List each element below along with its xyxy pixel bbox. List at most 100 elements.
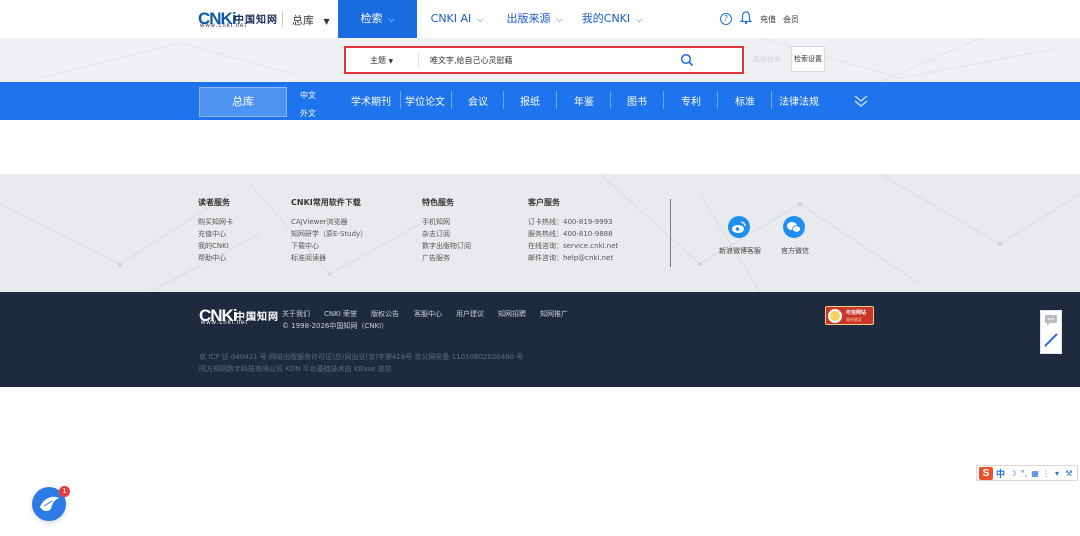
category-patent[interactable]: 专利 xyxy=(681,93,701,108)
footer-link[interactable]: 知网研学（原E-Study） xyxy=(291,229,367,239)
trust-badge-subtitle: 身份验证 xyxy=(846,317,862,322)
search-band: 主题 ▼ 唯文字,给自己心灵慰藉 高级检索 检索设置 xyxy=(0,38,1080,82)
shirt-icon[interactable]: ▾ xyxy=(1053,469,1061,478)
divider xyxy=(610,91,611,109)
footer-link[interactable]: 广告服务 xyxy=(422,253,450,263)
feedback-icon[interactable] xyxy=(1043,313,1059,327)
footer-link-copyright[interactable]: 版权公告 xyxy=(371,309,399,319)
footer-link[interactable]: 帮助中心 xyxy=(198,253,226,263)
recharge-link[interactable]: 充值 xyxy=(760,14,776,25)
footer-link-jobs[interactable]: 知网招聘 xyxy=(498,309,526,319)
footer-link[interactable]: CAJViewer浏览器 xyxy=(291,217,348,227)
lang-chinese[interactable]: 中文 xyxy=(300,90,316,101)
category-thesis[interactable]: 学位论文 xyxy=(405,93,445,108)
pen-icon[interactable] xyxy=(1043,332,1059,348)
legal-text: 京 ICP 证 040431 号 网络出版服务许可证(总)网出证(京)字第416… xyxy=(199,353,524,361)
divider xyxy=(503,91,504,109)
chevron-down-icon: ⌵ xyxy=(477,15,484,24)
wechat-glyph xyxy=(787,222,801,233)
footer-contact[interactable]: 在线咨询：service.cnki.net xyxy=(528,241,618,251)
footer-link[interactable]: 杂志订阅 xyxy=(422,229,450,239)
footer-col-title: CNKI常用软件下载 xyxy=(291,198,361,207)
nav-search[interactable]: 检索 ⌵ xyxy=(338,0,417,38)
bell-icon[interactable] xyxy=(740,11,752,25)
search-input[interactable]: 唯文字,给自己心灵慰藉 xyxy=(430,55,670,66)
library-selector[interactable]: 总库 ▼ xyxy=(292,12,330,28)
divider xyxy=(282,11,283,27)
nav-cnki-ai-label: CNKI AI xyxy=(430,12,472,25)
footer-contact[interactable]: 邮件咨询：help@cnki.net xyxy=(528,253,613,263)
top-navigation: CNKi 中国知网 www.cnki.net 总库 ▼ 检索 ⌵ CNKI AI ⌵… xyxy=(0,0,1080,38)
footer-contact: 订卡热线：400-819-9993 xyxy=(528,218,613,226)
nav-my-cnki-label: 我的CNKI xyxy=(581,12,631,25)
category-conference[interactable]: 会议 xyxy=(468,93,488,108)
footer-link-honor[interactable]: CNKI 荣誉 xyxy=(324,309,357,319)
footer-link[interactable]: 充值中心 xyxy=(198,229,226,239)
category-book[interactable]: 图书 xyxy=(627,93,647,108)
lang-foreign[interactable]: 外文 xyxy=(300,108,316,119)
trusted-site-badge[interactable]: 可信网站 身份验证 xyxy=(825,306,874,325)
caret-down-icon: ▼ xyxy=(388,58,394,65)
logo-url: www.cnki.net xyxy=(200,23,248,29)
chevron-down-icon: ⌵ xyxy=(636,15,643,24)
chevron-down-icon: ⌵ xyxy=(556,15,563,24)
wechat-label: 官方微信 xyxy=(781,247,809,255)
search-scope-select[interactable]: 主题 ▼ xyxy=(370,55,393,66)
copyright-text: © 1998-2026中国知网（CNKI） xyxy=(282,322,389,330)
nav-publication-source[interactable]: 出版来源 ⌵ xyxy=(497,0,572,38)
category-bar: 总库 中文 外文 学术期刊 学位论文 会议 报纸 年鉴 图书 专利 标准 法律法… xyxy=(0,82,1080,120)
nav-cnki-ai[interactable]: CNKI AI ⌵ xyxy=(417,0,497,38)
wechat-icon[interactable] xyxy=(783,216,805,238)
voice-icon[interactable]: ⋮ xyxy=(1042,469,1050,478)
divider xyxy=(663,91,664,109)
footer-link-suggestion[interactable]: 用户建议 xyxy=(456,309,484,319)
help-icon[interactable]: ? xyxy=(720,13,732,25)
search-settings-button[interactable]: 检索设置 xyxy=(791,46,825,72)
wrench-icon[interactable]: ⚒ xyxy=(1065,469,1073,478)
footer-link-about[interactable]: 关于我们 xyxy=(282,309,310,319)
divider xyxy=(418,53,419,67)
trust-badge-title: 可信网站 xyxy=(846,310,867,316)
category-all[interactable]: 总库 xyxy=(199,87,287,117)
footer-link[interactable]: 标准阅读器 xyxy=(291,253,326,263)
ime-toolbar: S 中 ☽ °, ▦ ⋮ ▾ ⚒ xyxy=(976,465,1078,481)
footer-contact: 服务热线：400-810-9888 xyxy=(528,230,613,238)
footer-col-title: 读者服务 xyxy=(198,198,230,207)
category-standard[interactable]: 标准 xyxy=(735,93,755,108)
footer-services: 读者服务 购买知网卡 充值中心 我的CNKI 帮助中心 CNKI常用软件下载 C… xyxy=(0,174,1080,292)
divider xyxy=(400,91,401,109)
footer-link-service[interactable]: 客服中心 xyxy=(414,309,442,319)
nav-my-cnki[interactable]: 我的CNKI ⌵ xyxy=(572,0,652,38)
category-law[interactable]: 法律法规 xyxy=(779,93,819,108)
category-journal[interactable]: 学术期刊 xyxy=(351,93,391,108)
sogou-logo-icon[interactable]: S xyxy=(979,467,993,480)
search-box: 主题 ▼ 唯文字,给自己心灵慰藉 xyxy=(344,46,744,74)
category-yearbook[interactable]: 年鉴 xyxy=(574,93,594,108)
notification-badge: 1 xyxy=(59,486,70,497)
footer-bottom: CNKi 中国知网 www.cnki.net 关于我们 CNKI 荣誉 版权公告… xyxy=(0,292,1080,387)
category-newspaper[interactable]: 报纸 xyxy=(520,93,540,108)
advanced-search-link[interactable]: 高级检索 xyxy=(753,55,781,65)
footer-link[interactable]: 我的CNKI xyxy=(198,241,229,251)
punctuation-icon[interactable]: °, xyxy=(1020,469,1028,478)
cnki-logo[interactable]: CNKi 中国知网 www.cnki.net xyxy=(198,9,278,31)
nav-publication-source-label: 出版来源 xyxy=(506,12,551,25)
footer-link[interactable]: 购买知网卡 xyxy=(198,217,233,227)
library-selector-label: 总库 xyxy=(292,14,314,27)
footer-link[interactable]: 下载中心 xyxy=(291,241,319,251)
search-icon[interactable] xyxy=(680,53,694,67)
weibo-glyph xyxy=(732,221,746,233)
footer-link[interactable]: 数字出版物订阅 xyxy=(422,241,471,251)
keyboard-icon[interactable]: ▦ xyxy=(1031,469,1039,478)
double-chevron-down-icon[interactable] xyxy=(854,94,868,108)
footer-link[interactable]: 手机知网 xyxy=(422,217,450,227)
cnki-footer-logo: CNKi 中国知网 www.cnki.net xyxy=(199,306,279,328)
ime-language-toggle[interactable]: 中 xyxy=(996,467,1005,480)
footer-link-promotion[interactable]: 知网推广 xyxy=(540,309,568,319)
footer-col-title: 客户服务 xyxy=(528,198,560,207)
weibo-icon[interactable] xyxy=(728,216,750,238)
seal-icon xyxy=(828,309,842,323)
nav-search-label: 检索 xyxy=(360,12,383,25)
moon-icon[interactable]: ☽ xyxy=(1009,469,1017,478)
member-link[interactable]: 会员 xyxy=(783,14,799,25)
